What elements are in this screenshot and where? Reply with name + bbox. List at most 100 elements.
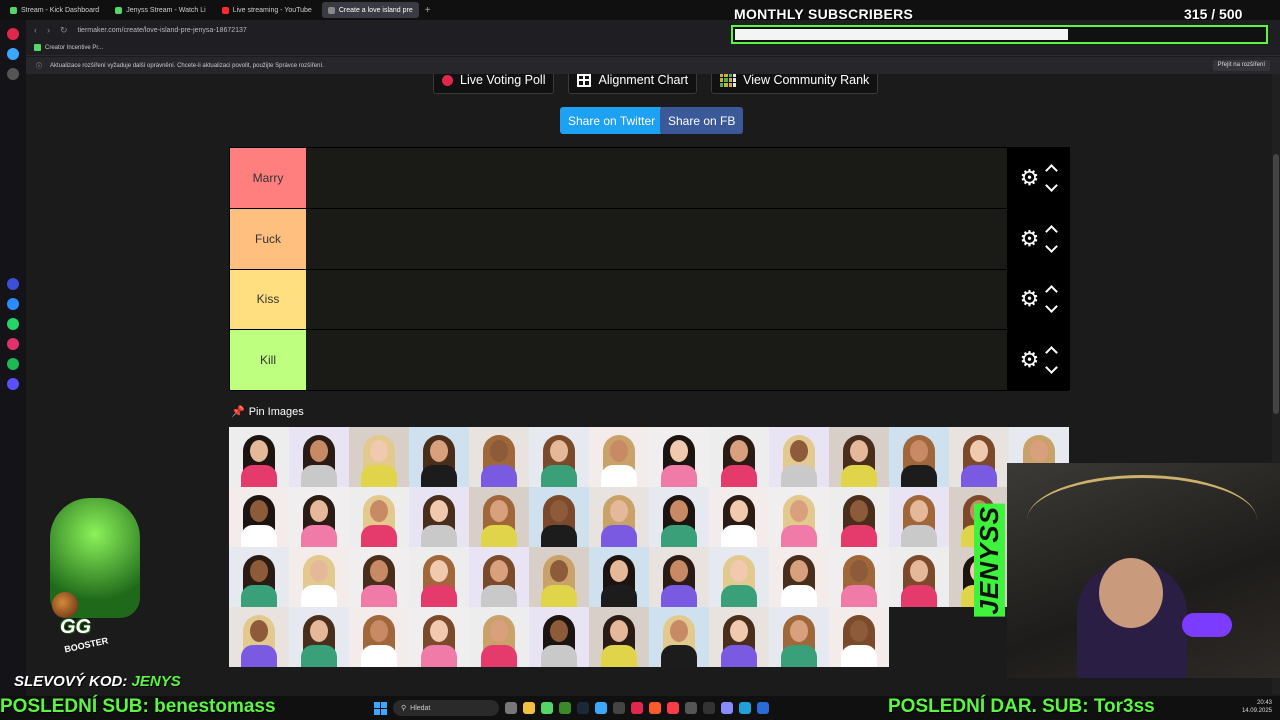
url-field[interactable]: tiermaker.com/create/love-island-pre-jen…	[78, 27, 247, 34]
chevron-down-icon[interactable]	[1045, 179, 1059, 192]
app-icon[interactable]	[541, 702, 553, 714]
bookmark-icon[interactable]	[7, 68, 19, 80]
taskbar-search[interactable]: ⚲ Hledat	[393, 700, 499, 716]
whatsapp-icon[interactable]	[7, 318, 19, 330]
contestant-image[interactable]	[469, 547, 529, 607]
opera-icon[interactable]	[631, 702, 643, 714]
edge-icon[interactable]	[739, 702, 751, 714]
contestant-image[interactable]	[469, 427, 529, 487]
app-icon[interactable]	[613, 702, 625, 714]
tier-dropzone[interactable]	[306, 269, 1007, 330]
new-tab-button[interactable]: +	[425, 5, 431, 16]
app-icon[interactable]	[757, 702, 769, 714]
contestant-image[interactable]	[289, 607, 349, 667]
opera-icon[interactable]	[7, 28, 19, 40]
tier-label[interactable]: Kiss	[230, 269, 306, 330]
share-twitter-button[interactable]: Share on Twitter	[560, 107, 664, 134]
contestant-image[interactable]	[349, 487, 409, 547]
contestant-image[interactable]	[589, 487, 649, 547]
tier-label[interactable]: Marry	[230, 148, 306, 208]
browser-tab[interactable]: Live streaming - YouTube	[216, 2, 318, 18]
forward-icon[interactable]: ›	[47, 25, 50, 35]
tier-label[interactable]: Kill	[230, 330, 306, 390]
explorer-icon[interactable]	[523, 702, 535, 714]
contestant-image[interactable]	[349, 427, 409, 487]
app-icon[interactable]	[649, 702, 661, 714]
contestant-image[interactable]	[769, 427, 829, 487]
contestant-image[interactable]	[469, 607, 529, 667]
gear-icon[interactable]: ⚙	[1020, 166, 1040, 189]
chevron-down-icon[interactable]	[1045, 239, 1059, 253]
app-icon[interactable]	[595, 702, 607, 714]
contestant-image[interactable]	[649, 487, 709, 547]
contestant-image[interactable]	[589, 547, 649, 607]
chevron-up-icon[interactable]	[1045, 285, 1059, 299]
contestant-image[interactable]	[529, 427, 589, 487]
chevron-up-icon[interactable]	[1045, 224, 1059, 238]
contestant-image[interactable]	[589, 427, 649, 487]
contestant-image[interactable]	[709, 607, 769, 667]
contestant-image[interactable]	[829, 487, 889, 547]
contestant-image[interactable]	[949, 427, 1009, 487]
taskview-icon[interactable]	[505, 702, 517, 714]
tier-dropzone[interactable]	[306, 330, 1007, 390]
pin-images-label[interactable]: 📌 Pin Images	[231, 405, 304, 419]
gear-icon[interactable]: ⚙	[1020, 288, 1040, 310]
contestant-image[interactable]	[769, 487, 829, 547]
app-icon[interactable]	[721, 702, 733, 714]
contestant-image[interactable]	[409, 487, 469, 547]
contestant-image[interactable]	[229, 487, 289, 547]
browser-tab[interactable]: Stream - Kick Dashboard	[4, 2, 105, 18]
contestant-image[interactable]	[769, 547, 829, 607]
gear-icon[interactable]: ⚙	[1020, 349, 1040, 371]
steam-icon[interactable]	[577, 702, 589, 714]
contestant-image[interactable]	[409, 547, 469, 607]
contestant-image[interactable]	[709, 487, 769, 547]
go-to-extensions-button[interactable]: Přejít na rozšíření	[1212, 60, 1270, 71]
browser-tab-active[interactable]: Create a love island pre	[321, 2, 419, 18]
contestant-image[interactable]	[649, 607, 709, 667]
gear-icon[interactable]: ⚙	[1020, 227, 1040, 250]
tier-dropzone[interactable]	[306, 148, 1007, 208]
live-voting-button[interactable]: Live Voting Poll	[433, 74, 555, 94]
contestant-image[interactable]	[289, 487, 349, 547]
contestant-image[interactable]	[349, 547, 409, 607]
chevron-up-icon[interactable]	[1045, 164, 1059, 177]
contestant-image[interactable]	[349, 607, 409, 667]
contestant-image[interactable]	[589, 607, 649, 667]
chevron-down-icon[interactable]	[1045, 300, 1059, 314]
contestant-image[interactable]	[289, 427, 349, 487]
reload-icon[interactable]: ↻	[60, 25, 68, 36]
community-rank-button[interactable]: View Community Rank	[711, 74, 879, 94]
contestant-image[interactable]	[709, 547, 769, 607]
contestant-image[interactable]	[229, 427, 289, 487]
music-icon[interactable]	[667, 702, 679, 714]
contestant-image[interactable]	[529, 607, 589, 667]
contestant-image[interactable]	[229, 607, 289, 667]
contestant-image[interactable]	[709, 427, 769, 487]
browser-tab[interactable]: Jenyss Stream - Watch Li	[109, 2, 212, 18]
contestant-image[interactable]	[469, 487, 529, 547]
chevron-up-icon[interactable]	[1045, 346, 1059, 359]
tier-label[interactable]: Fuck	[230, 208, 306, 269]
contestant-image[interactable]	[829, 607, 889, 667]
contestant-image[interactable]	[889, 547, 949, 607]
obs-icon[interactable]	[703, 702, 715, 714]
tier-dropzone[interactable]	[306, 208, 1007, 269]
share-fb-button[interactable]: Share on FB	[660, 107, 744, 134]
contestant-image[interactable]	[409, 607, 469, 667]
windows-start-icon[interactable]	[374, 701, 387, 715]
contestant-image[interactable]	[229, 547, 289, 607]
instagram-icon[interactable]	[7, 338, 19, 350]
messenger-icon[interactable]	[7, 298, 19, 310]
app-icon[interactable]	[685, 702, 697, 714]
contestant-image[interactable]	[409, 427, 469, 487]
back-icon[interactable]: ‹	[34, 25, 37, 35]
contestant-image[interactable]	[649, 427, 709, 487]
contestant-image[interactable]	[829, 427, 889, 487]
contestant-image[interactable]	[289, 547, 349, 607]
contestant-image[interactable]	[649, 547, 709, 607]
taskbar-clock[interactable]: 20:43 14.09.2025	[1242, 699, 1272, 715]
contestant-image[interactable]	[529, 487, 589, 547]
home-icon[interactable]	[7, 48, 19, 60]
